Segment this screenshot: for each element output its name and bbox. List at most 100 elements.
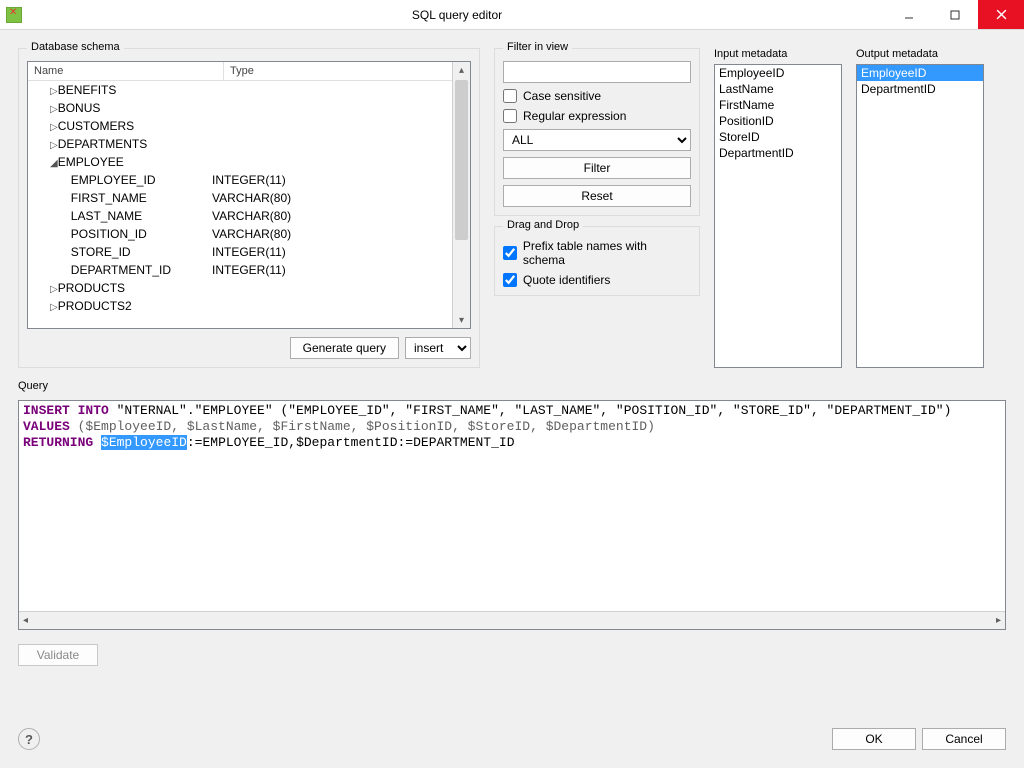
regex-checkbox[interactable]	[503, 109, 517, 123]
quote-row[interactable]: Quote identifiers	[503, 273, 691, 287]
tree-node-type: INTEGER(11)	[212, 263, 452, 277]
list-item[interactable]: FirstName	[715, 97, 841, 113]
list-item[interactable]: StoreID	[715, 129, 841, 145]
ok-button[interactable]: OK	[832, 728, 916, 750]
close-button[interactable]	[978, 0, 1024, 29]
scroll-up-icon[interactable]: ▴	[453, 62, 470, 78]
minimize-button[interactable]	[886, 0, 932, 29]
tree-row[interactable]: EMPLOYEE_ID INTEGER(11)	[28, 171, 452, 189]
schema-scrollbar[interactable]: ▴ ▾	[452, 62, 470, 328]
ok-cancel-group: OK Cancel	[832, 728, 1006, 750]
tree-arrow-icon[interactable]: ▷	[50, 140, 58, 151]
window-buttons	[886, 0, 1024, 29]
tree-node-name: BENEFITS	[58, 83, 117, 97]
scroll-right-icon[interactable]: ▸	[996, 615, 1001, 626]
tree-arrow-icon[interactable]: ◢	[50, 158, 58, 169]
tree-node-type: VARCHAR(80)	[212, 227, 452, 241]
tree-row[interactable]: ▷PRODUCTS	[28, 279, 452, 297]
tree-node-type: INTEGER(11)	[212, 245, 452, 259]
tree-node-name: EMPLOYEE	[58, 155, 124, 169]
tree-row[interactable]: FIRST_NAME VARCHAR(80)	[28, 189, 452, 207]
scroll-left-icon[interactable]: ◂	[23, 615, 28, 626]
list-item[interactable]: PositionID	[715, 113, 841, 129]
schema-col-name[interactable]: Name	[28, 62, 224, 80]
output-metadata-label: Output metadata	[856, 48, 984, 60]
tree-node-name: BONUS	[58, 101, 101, 115]
tree-arrow-icon[interactable]: ▷	[50, 122, 58, 133]
quote-checkbox[interactable]	[503, 273, 517, 287]
query-editor[interactable]: INSERT INTO "NTERNAL"."EMPLOYEE" ("EMPLO…	[19, 401, 1005, 611]
case-sensitive-row[interactable]: Case sensitive	[503, 89, 691, 103]
generate-row: Generate query insert	[27, 335, 471, 359]
list-item[interactable]: LastName	[715, 81, 841, 97]
list-item[interactable]: DepartmentID	[857, 81, 983, 97]
tree-row[interactable]: ▷BONUS	[28, 99, 452, 117]
tree-node-name: CUSTOMERS	[58, 119, 134, 133]
filter-button[interactable]: Filter	[503, 157, 691, 179]
scroll-down-icon[interactable]: ▾	[453, 312, 470, 328]
tree-node-name: POSITION_ID	[71, 227, 147, 241]
schema-group-label: Database schema	[27, 41, 124, 53]
validate-row: Validate	[18, 644, 1006, 666]
filter-input[interactable]	[503, 61, 691, 83]
dnd-group: Drag and Drop Prefix table names with sc…	[494, 226, 700, 296]
tree-row[interactable]: STORE_ID INTEGER(11)	[28, 243, 452, 261]
cancel-button[interactable]: Cancel	[922, 728, 1006, 750]
tree-node-type: VARCHAR(80)	[212, 191, 452, 205]
regex-label: Regular expression	[523, 109, 626, 123]
regex-row[interactable]: Regular expression	[503, 109, 691, 123]
tree-node-name: PRODUCTS	[58, 281, 125, 295]
tree-node-name: DEPARTMENTS	[58, 137, 148, 151]
output-metadata-column: Output metadata EmployeeIDDepartmentID	[856, 48, 984, 368]
filter-scope-select[interactable]: ALL	[503, 129, 691, 151]
tree-row[interactable]: ▷DEPARTMENTS	[28, 135, 452, 153]
case-sensitive-checkbox[interactable]	[503, 89, 517, 103]
tree-arrow-icon[interactable]: ▷	[50, 302, 58, 313]
list-item[interactable]: DepartmentID	[715, 145, 841, 161]
tree-row[interactable]: ▷PRODUCTS2	[28, 297, 452, 315]
list-item[interactable]: EmployeeID	[857, 65, 983, 81]
tree-arrow-icon[interactable]: ▷	[50, 86, 58, 97]
tree-row[interactable]: POSITION_ID VARCHAR(80)	[28, 225, 452, 243]
app-icon	[6, 7, 22, 23]
titlebar: SQL query editor	[0, 0, 1024, 30]
scroll-thumb[interactable]	[455, 80, 468, 240]
schema-col-type[interactable]: Type	[224, 62, 452, 80]
query-label: Query	[18, 380, 1006, 392]
generate-query-button[interactable]: Generate query	[290, 337, 399, 359]
input-metadata-label: Input metadata	[714, 48, 842, 60]
tree-node-name: FIRST_NAME	[71, 191, 147, 205]
schema-tree-wrap: Name Type ▷BENEFITS▷BONUS▷CUSTOMERS▷DEPA…	[27, 61, 471, 329]
filter-group: Filter in view Case sensitive Regular ex…	[494, 48, 700, 216]
reset-button[interactable]: Reset	[503, 185, 691, 207]
help-icon[interactable]: ?	[18, 728, 40, 750]
filter-group-label: Filter in view	[503, 41, 572, 53]
quote-label: Quote identifiers	[523, 273, 610, 287]
tree-row[interactable]: ▷CUSTOMERS	[28, 117, 452, 135]
schema-group: Database schema Name Type ▷BENEFITS▷BONU…	[18, 48, 480, 368]
tree-row[interactable]: ◢EMPLOYEE	[28, 153, 452, 171]
tree-row[interactable]: DEPARTMENT_ID INTEGER(11)	[28, 261, 452, 279]
prefix-checkbox[interactable]	[503, 246, 517, 260]
output-metadata-list[interactable]: EmployeeIDDepartmentID	[856, 64, 984, 368]
tree-row[interactable]: LAST_NAMEVARCHAR(80)	[28, 207, 452, 225]
tree-node-type: INTEGER(11)	[212, 173, 452, 187]
input-metadata-list[interactable]: EmployeeIDLastNameFirstNamePositionIDSto…	[714, 64, 842, 368]
validate-button[interactable]: Validate	[18, 644, 98, 666]
tree-node-name: PRODUCTS2	[58, 299, 132, 313]
top-row: Database schema Name Type ▷BENEFITS▷BONU…	[18, 48, 1006, 368]
schema-tree[interactable]: Name Type ▷BENEFITS▷BONUS▷CUSTOMERS▷DEPA…	[28, 62, 452, 328]
tree-node-name: EMPLOYEE_ID	[71, 173, 156, 187]
list-item[interactable]: EmployeeID	[715, 65, 841, 81]
tree-node-name: DEPARTMENT_ID	[71, 263, 171, 277]
filter-pane: Filter in view Case sensitive Regular ex…	[494, 48, 700, 368]
maximize-button[interactable]	[932, 0, 978, 29]
prefix-row[interactable]: Prefix table names with schema	[503, 239, 691, 267]
query-h-scrollbar[interactable]: ◂ ▸	[19, 611, 1005, 629]
tree-arrow-icon[interactable]: ▷	[50, 284, 58, 295]
query-type-select[interactable]: insert	[405, 337, 471, 359]
tree-arrow-icon[interactable]: ▷	[50, 104, 58, 115]
tree-row[interactable]: ▷BENEFITS	[28, 81, 452, 99]
tree-node-name: STORE_ID	[71, 245, 131, 259]
query-area-wrap: INSERT INTO "NTERNAL"."EMPLOYEE" ("EMPLO…	[18, 400, 1006, 630]
